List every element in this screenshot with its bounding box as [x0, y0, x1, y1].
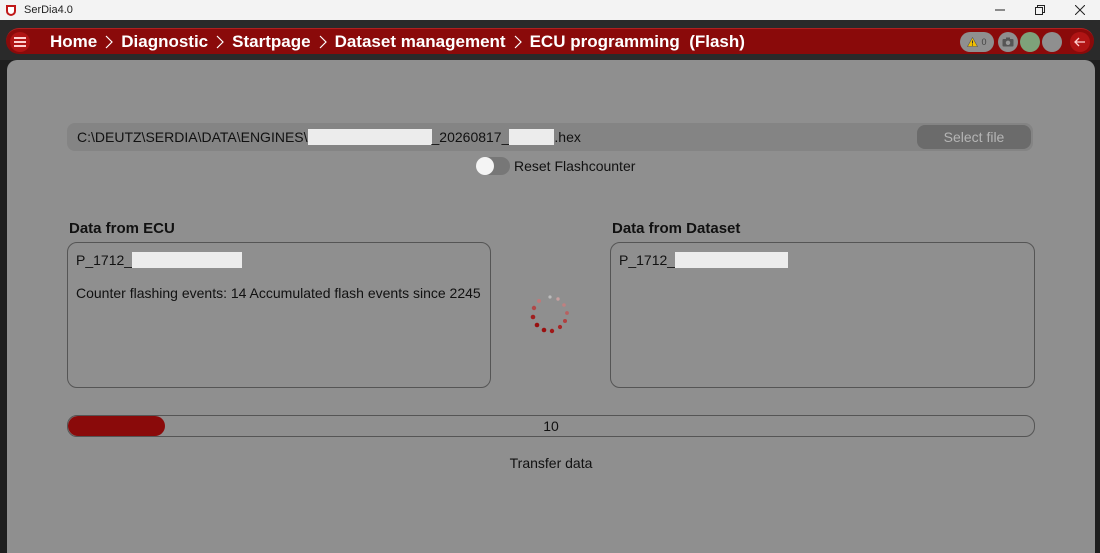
breadcrumb: Home Diagnostic Startpage Dataset manage… — [50, 29, 745, 55]
close-icon — [1075, 5, 1085, 15]
toggle-knob — [476, 157, 494, 175]
redacted-text — [307, 129, 432, 145]
header-status-icons: 0 — [960, 31, 1090, 53]
menu-button[interactable] — [10, 32, 30, 52]
restore-button[interactable] — [1020, 0, 1060, 20]
file-path-middle: _20260817_ — [431, 129, 510, 145]
warning-indicator[interactable]: 0 — [960, 32, 994, 52]
minimize-icon — [995, 9, 1005, 11]
ecu-id-line: P_1712_ — [76, 252, 243, 268]
reset-flashcounter-label: Reset Flashcounter — [514, 158, 636, 174]
dataset-data-title: Data from Dataset — [612, 220, 741, 237]
warning-icon — [967, 37, 979, 47]
file-path-row: C:\DEUTZ\SERDIA\DATA\ENGINES\ _20260817_… — [67, 123, 1033, 151]
camera-icon — [1002, 37, 1014, 47]
select-file-button[interactable]: Select file — [917, 125, 1031, 149]
ecu-data-box: P_1712_ Counter flashing events: 14 Accu… — [67, 242, 491, 388]
breadcrumb-ecu-programming: ECU programming (Flash) — [529, 32, 745, 51]
chevron-right-icon — [319, 35, 327, 49]
header-bar: Home Diagnostic Startpage Dataset manage… — [6, 28, 1094, 54]
camera-button[interactable] — [998, 32, 1018, 52]
ecu-counter-text: Counter flashing events: 14 Accumulated … — [76, 285, 481, 301]
connection-status-indicator — [1020, 32, 1040, 52]
arrow-left-icon — [1074, 37, 1085, 47]
progress-value: 10 — [543, 418, 559, 434]
status-indicator — [1042, 32, 1062, 52]
dataset-data-box: P_1712_ — [610, 242, 1035, 388]
chevron-right-icon — [216, 35, 224, 49]
redacted-text — [675, 252, 789, 268]
reset-flashcounter-toggle[interactable] — [476, 157, 510, 175]
redacted-text — [509, 129, 555, 145]
breadcrumb-diagnostic[interactable]: Diagnostic — [121, 32, 208, 52]
loading-spinner-icon — [530, 295, 569, 334]
breadcrumb-startpage[interactable]: Startpage — [232, 32, 310, 52]
window-controls — [980, 0, 1100, 20]
warning-count: 0 — [981, 37, 987, 47]
ecu-id-prefix: P_1712_ — [76, 252, 133, 268]
file-path: C:\DEUTZ\SERDIA\DATA\ENGINES\ _20260817_… — [77, 129, 581, 145]
ecu-data-title: Data from ECU — [69, 220, 175, 237]
redacted-text — [132, 252, 243, 268]
transfer-progress-bar: 10 — [67, 415, 1035, 437]
main-panel: C:\DEUTZ\SERDIA\DATA\ENGINES\ _20260817_… — [7, 60, 1095, 553]
window-title: SerDia4.0 — [24, 4, 73, 16]
back-button[interactable] — [1070, 32, 1090, 52]
chevron-right-icon — [514, 35, 522, 49]
breadcrumb-home[interactable]: Home — [50, 32, 97, 52]
reset-flashcounter-toggle-row: Reset Flashcounter — [476, 157, 635, 175]
window-titlebar: SerDia4.0 — [0, 0, 1100, 20]
close-button[interactable] — [1060, 0, 1100, 20]
hamburger-icon — [14, 37, 26, 47]
breadcrumb-dataset-management[interactable]: Dataset management — [335, 32, 506, 52]
app-logo-icon — [6, 5, 16, 16]
file-path-suffix: .hex — [554, 129, 581, 145]
app-header: Home Diagnostic Startpage Dataset manage… — [0, 20, 1100, 60]
dataset-id-prefix: P_1712_ — [619, 252, 676, 268]
restore-icon — [1035, 5, 1045, 15]
file-path-prefix: C:\DEUTZ\SERDIA\DATA\ENGINES\ — [77, 129, 308, 145]
dataset-id-line: P_1712_ — [619, 252, 789, 268]
minimize-button[interactable] — [980, 0, 1020, 20]
chevron-right-icon — [105, 35, 114, 49]
transfer-status-text: Transfer data — [509, 455, 593, 471]
